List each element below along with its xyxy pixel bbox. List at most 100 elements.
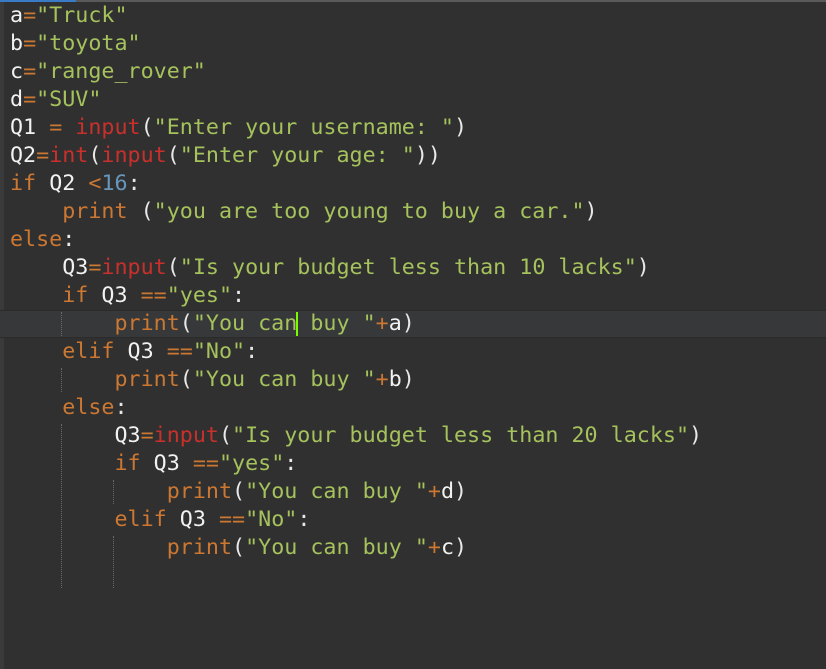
code-line[interactable]: b="toyota" — [0, 30, 826, 58]
punctuation — [114, 339, 127, 364]
punctuation — [62, 115, 75, 140]
punctuation: ( — [127, 199, 154, 224]
operator: = — [23, 3, 37, 28]
keyword: print — [114, 311, 180, 336]
indent-guide — [61, 312, 62, 336]
string-literal: "range_rover" — [36, 59, 206, 84]
code-line-text: print("You can buy "+c) — [167, 534, 467, 562]
identifier: Q2 — [10, 143, 37, 168]
operator: + — [427, 535, 441, 560]
punctuation — [36, 115, 49, 140]
operator: + — [375, 311, 389, 336]
keyword: else — [62, 395, 115, 420]
code-line-text: Q3=input("Is your budget less than 10 la… — [62, 254, 650, 282]
operator: == — [218, 507, 246, 532]
code-line[interactable]: Q2=int(input("Enter your age: ")) — [0, 142, 826, 170]
code-line-text: Q2=int(input("Enter your age: ")) — [10, 142, 441, 170]
number-literal: 16 — [101, 171, 128, 196]
code-line[interactable]: d="SUV" — [0, 86, 826, 114]
operator: == — [140, 283, 167, 308]
punctuation — [75, 171, 88, 196]
punctuation: : — [114, 395, 128, 420]
punctuation: ( — [88, 143, 102, 168]
punctuation: : — [62, 227, 76, 252]
code-line-text: elif Q3 =="No": — [114, 506, 310, 534]
identifier: Q3 — [101, 283, 128, 308]
builtin-call: input — [101, 255, 167, 280]
code-line[interactable] — [0, 562, 826, 590]
code-line[interactable]: print ("you are too young to buy a car."… — [0, 198, 826, 226]
keyword: if — [10, 171, 37, 196]
code-line-text: else: — [62, 394, 127, 422]
builtin-call: input — [153, 423, 219, 448]
punctuation: ( — [232, 479, 246, 504]
identifier: Q1 — [10, 115, 37, 140]
keyword: print — [166, 479, 233, 504]
code-line[interactable]: print("You can buy "+b) — [0, 366, 826, 394]
keyword: else — [10, 227, 63, 252]
punctuation: ) — [689, 423, 703, 448]
code-line[interactable]: a="Truck" — [0, 2, 826, 30]
code-line-text: if Q3 =="yes": — [114, 450, 297, 478]
punctuation — [88, 283, 101, 308]
operator: == — [166, 339, 193, 364]
string-literal: "No" — [245, 507, 298, 532]
punctuation: ) — [401, 367, 415, 392]
punctuation: ( — [166, 255, 180, 280]
indent-guide — [61, 424, 62, 588]
punctuation — [128, 283, 141, 308]
punctuation: ( — [218, 423, 233, 448]
string-literal: "Enter your username: " — [153, 115, 454, 140]
code-line-text: else: — [10, 226, 75, 254]
code-line[interactable]: print("You can buy "+c) — [0, 534, 826, 562]
code-line[interactable]: elif Q3 =="No": — [0, 506, 826, 534]
identifier: Q3 — [153, 451, 180, 476]
identifier: b — [388, 367, 402, 392]
string-literal: "No" — [192, 339, 246, 364]
operator: = — [49, 115, 63, 140]
operator: = — [23, 87, 37, 112]
code-line[interactable]: else: — [0, 226, 826, 254]
code-line[interactable]: Q1 = input("Enter your username: ") — [0, 114, 826, 142]
keyword: elif — [114, 507, 167, 532]
punctuation: : — [245, 339, 259, 364]
keyword: print — [166, 535, 233, 560]
identifier: Q3 — [179, 507, 206, 532]
identifier: c — [10, 59, 24, 84]
code-line[interactable]: if Q3 =="yes": — [0, 282, 826, 310]
code-line[interactable]: print("You can buy "+d) — [0, 478, 826, 506]
punctuation — [167, 507, 180, 532]
code-line[interactable]: else: — [0, 394, 826, 422]
punctuation — [154, 339, 167, 364]
identifier: Q3 — [62, 255, 89, 280]
code-line[interactable]: Q3=input("Is your budget less than 20 la… — [0, 422, 826, 450]
identifier: Q3 — [114, 423, 141, 448]
punctuation: : — [127, 171, 141, 196]
code-line-text: print("You can buy "+a) — [114, 311, 414, 337]
string-literal: "toyota" — [36, 31, 141, 56]
punctuation: ( — [232, 535, 246, 560]
code-line[interactable]: Q3=input("Is your budget less than 10 la… — [0, 254, 826, 282]
code-line-text: print("You can buy "+d) — [167, 478, 467, 506]
punctuation: ( — [166, 143, 180, 168]
operator: = — [88, 255, 102, 280]
code-editor[interactable]: a="Truck" b="toyota" c="range_rover" d="SUV… — [0, 2, 826, 669]
code-line[interactable]: print("You can buy "+a) — [0, 310, 826, 338]
string-literal: "yes" — [218, 451, 285, 476]
code-line[interactable]: c="range_rover" — [0, 58, 826, 86]
code-line-text: if Q2 <16: — [10, 170, 141, 198]
code-line[interactable]: if Q2 <16: — [0, 170, 826, 198]
punctuation: ) — [636, 255, 650, 280]
punctuation: ( — [140, 115, 154, 140]
code-line-text: b="toyota" — [10, 30, 141, 58]
builtin-call: input — [101, 143, 167, 168]
string-literal: "yes" — [166, 283, 233, 308]
code-line[interactable]: if Q3 =="yes": — [0, 450, 826, 478]
keyword: print — [62, 199, 128, 224]
operator: = — [23, 31, 37, 56]
code-line[interactable]: elif Q3 =="No": — [0, 338, 826, 366]
identifier: Q2 — [49, 171, 76, 196]
string-literal: "You can buy " — [245, 479, 428, 504]
string-literal: "You can buy " — [192, 367, 376, 392]
code-line-text: if Q3 =="yes": — [62, 282, 245, 310]
